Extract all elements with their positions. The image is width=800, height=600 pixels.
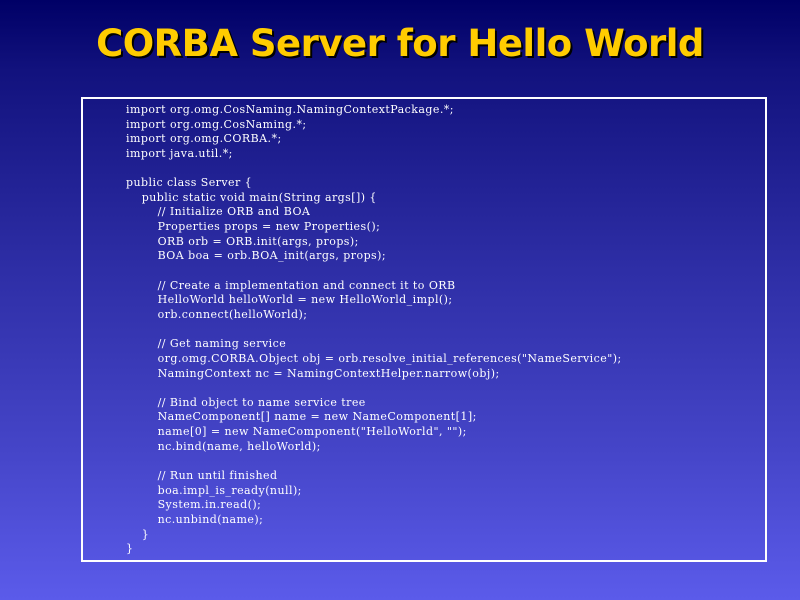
code-line: // Get naming service	[126, 337, 287, 351]
code-line: // Initialize ORB and BOA	[126, 205, 311, 219]
code-line: boa.impl_is_ready(null);	[126, 483, 302, 497]
code-line: org.omg.CORBA.Object obj = orb.resolve_i…	[126, 351, 622, 365]
code-line: // Run until finished	[126, 469, 278, 483]
code-listing: import org.omg.CosNaming.NamingContextPa…	[126, 103, 622, 557]
code-line: BOA boa = orb.BOA_init(args, props);	[126, 249, 387, 263]
code-line: orb.connect(helloWorld);	[126, 307, 308, 321]
code-line: Properties props = new Properties();	[126, 220, 381, 234]
code-line: ORB orb = ORB.init(args, props);	[126, 234, 359, 248]
code-line: }	[126, 527, 150, 541]
code-line: import org.omg.CosNaming.*;	[126, 117, 307, 131]
code-line: import org.omg.CosNaming.NamingContextPa…	[126, 103, 454, 116]
code-line: }	[126, 542, 134, 556]
code-line: nc.unbind(name);	[126, 512, 264, 526]
slide-title: CORBA Server for Hello World	[96, 22, 704, 65]
code-line: HelloWorld helloWorld = new HelloWorld_i…	[126, 293, 453, 307]
code-line: NameComponent[] name = new NameComponent…	[126, 410, 477, 424]
code-line: name[0] = new NameComponent("HelloWorld"…	[126, 425, 467, 439]
code-line: nc.bind(name, helloWorld);	[126, 439, 321, 453]
code-line: import org.omg.CORBA.*;	[126, 132, 282, 146]
code-line: public class Server {	[126, 176, 253, 190]
code-line: public static void main(String args[]) {	[126, 190, 377, 204]
code-line: // Bind object to name service tree	[126, 395, 366, 409]
code-line: import java.util.*;	[126, 146, 233, 160]
code-line: System.in.read();	[126, 498, 262, 512]
code-line: // Create a implementation and connect i…	[126, 278, 456, 292]
code-line: NamingContext nc = NamingContextHelper.n…	[126, 366, 500, 380]
code-box: import org.omg.CosNaming.NamingContextPa…	[81, 97, 767, 562]
